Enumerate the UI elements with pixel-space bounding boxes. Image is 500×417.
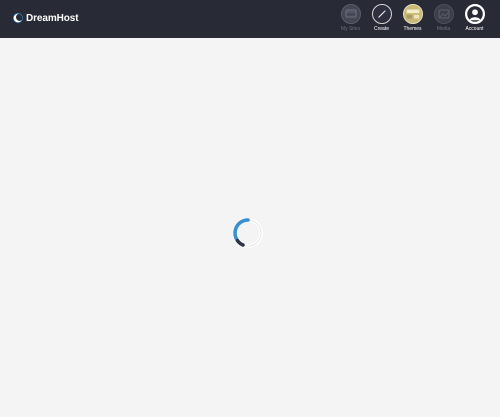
nav-item-themes[interactable]: Themes — [401, 4, 424, 32]
brand-name: DreamHost — [26, 12, 79, 24]
nav-label-my-sites: My Sites — [340, 26, 361, 32]
create-icon — [371, 4, 392, 24]
top-bar: DreamHost My Sites Create Themes Media A… — [0, 0, 500, 38]
nav-item-create[interactable]: Create — [370, 4, 393, 32]
brand-logo[interactable]: DreamHost — [13, 11, 79, 25]
account-icon — [464, 4, 485, 24]
nav-item-my-sites[interactable]: My Sites — [339, 4, 362, 32]
nav-label-media: Media — [436, 26, 451, 32]
nav-label-themes: Themes — [403, 26, 422, 32]
nav-item-account[interactable]: Account — [463, 4, 486, 32]
spinner-icon — [233, 218, 263, 248]
sites-icon — [340, 4, 361, 24]
media-icon — [433, 4, 454, 24]
nav-item-media[interactable]: Media — [432, 4, 455, 32]
main-nav: My Sites Create Themes Media Account — [339, 4, 486, 32]
dreamhost-moon-icon — [13, 13, 23, 23]
nav-label-create: Create — [373, 26, 389, 32]
nav-label-account: Account — [465, 26, 484, 32]
themes-icon — [402, 4, 423, 24]
